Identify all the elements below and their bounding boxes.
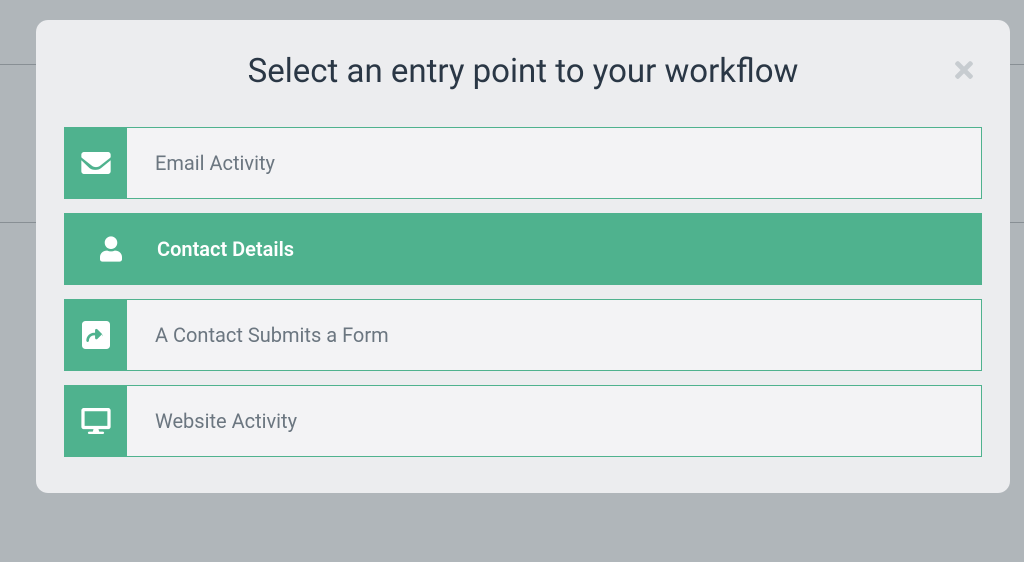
option-contact-details[interactable]: Contact Details [64,213,982,285]
envelope-icon [65,128,127,198]
option-contact-submits-form[interactable]: A Contact Submits a Form [64,299,982,371]
option-label: Website Activity [127,386,297,456]
modal-title: Select an entry point to your workflow [248,52,799,91]
option-label: Email Activity [127,128,275,198]
entry-point-modal: Select an entry point to your workflow E… [36,20,1010,493]
option-label: A Contact Submits a Form [127,300,389,370]
option-website-activity[interactable]: Website Activity [64,385,982,457]
option-email-activity[interactable]: Email Activity [64,127,982,199]
monitor-icon [65,386,127,456]
close-button[interactable] [948,54,980,86]
modal-header: Select an entry point to your workflow [64,52,982,91]
user-icon [65,214,157,284]
option-label: Contact Details [157,214,294,284]
close-icon [951,57,977,83]
share-icon [65,300,127,370]
option-list: Email Activity Contact Details A Contact… [64,127,982,457]
